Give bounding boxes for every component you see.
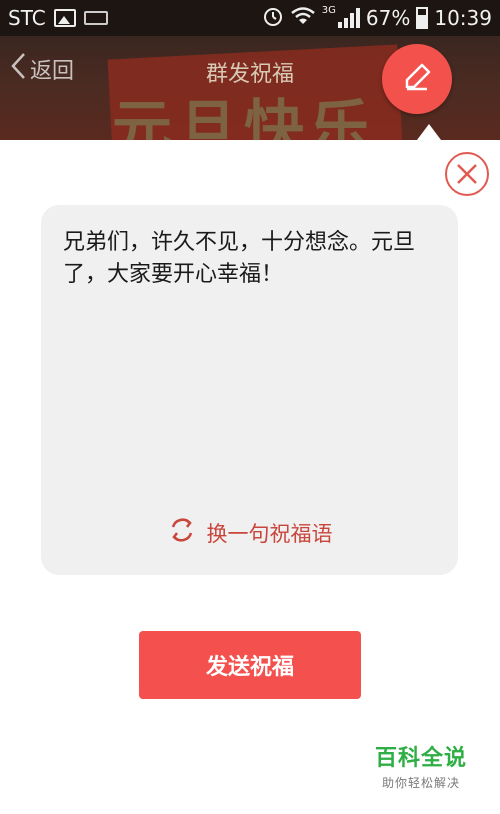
- status-bar: STC 3G 67% 10:39: [0, 0, 500, 36]
- battery-icon: [416, 7, 429, 29]
- carrier-label: STC: [8, 6, 46, 30]
- banner-text: 元旦快乐: [112, 94, 376, 140]
- close-button[interactable]: [444, 151, 490, 197]
- keyboard-icon: [83, 11, 108, 25]
- popup-pointer: [417, 124, 441, 140]
- send-blessing-button[interactable]: 发送祝福: [139, 631, 361, 699]
- status-right: 3G 67% 10:39: [262, 5, 492, 32]
- battery-percent: 67%: [365, 6, 411, 30]
- alarm-icon: [262, 5, 284, 32]
- refresh-icon: [167, 515, 197, 550]
- signal-icon: [337, 8, 360, 28]
- image-icon: [53, 9, 76, 27]
- change-blessing-label: 换一句祝福语: [206, 521, 333, 546]
- close-circle-icon: [445, 152, 489, 196]
- change-blessing-button[interactable]: 换一句祝福语: [41, 515, 458, 550]
- watermark-logo: 百科全说 助你轻松解决: [366, 740, 476, 791]
- wifi-icon: [290, 6, 316, 31]
- message-card: 兄弟们，许久不见，十分想念。元旦了，大家要开心幸福！ 换一句祝福语: [41, 205, 458, 575]
- network-type: 3G: [321, 4, 336, 16]
- watermark-title: 百科全说: [374, 746, 467, 771]
- pen-icon: [402, 62, 432, 96]
- status-left: STC: [8, 6, 108, 30]
- compose-button[interactable]: [382, 44, 452, 114]
- blessing-message[interactable]: 兄弟们，许久不见，十分想念。元旦了，大家要开心幸福！: [63, 227, 438, 291]
- clock: 10:39: [434, 6, 492, 30]
- watermark-subtitle: 助你轻松解决: [381, 776, 460, 790]
